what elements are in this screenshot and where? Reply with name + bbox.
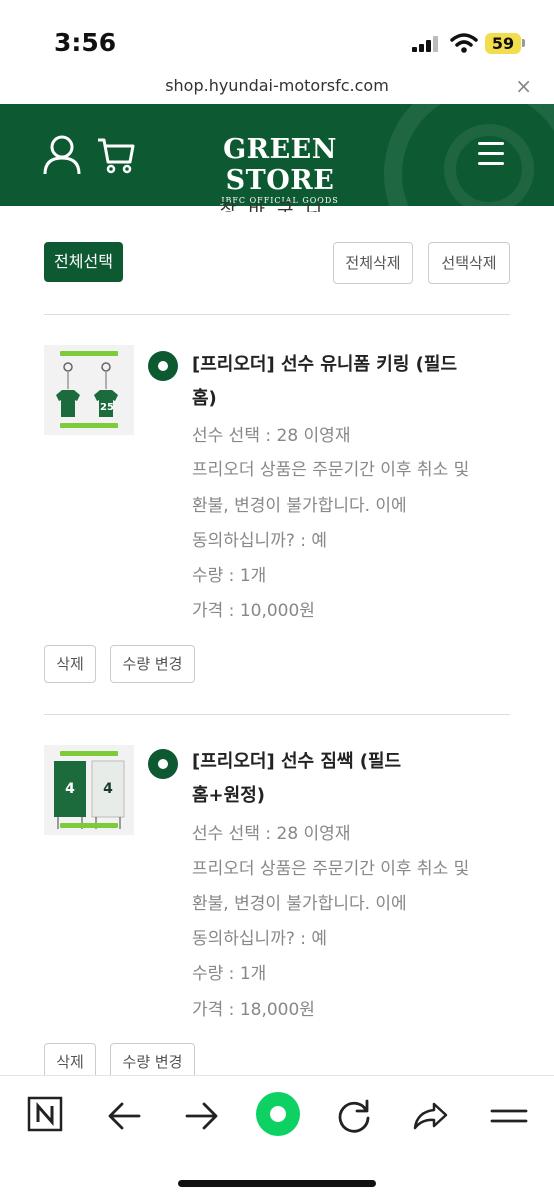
page-title: 장바구니	[219, 200, 335, 212]
item-option-notice: 프리오더 상품은 주문기간 이후 취소 및	[192, 859, 470, 879]
close-icon[interactable]: ×	[515, 74, 532, 98]
battery-tip	[522, 39, 525, 47]
select-all-button[interactable]: 전체선택	[44, 242, 123, 282]
url-bar[interactable]: shop.hyundai-motorsfc.com ×	[0, 70, 554, 104]
thumb-number-home: 4	[65, 781, 75, 797]
item-title-line: 홈)	[192, 388, 217, 409]
item-title-line: 홈+원정)	[192, 785, 265, 806]
hamburger-menu-icon[interactable]	[478, 140, 504, 168]
logo-main-text: GREEN STORE	[223, 134, 337, 196]
item-price: 가격 : 18,000원	[192, 1000, 315, 1020]
user-icon[interactable]	[42, 134, 82, 176]
item-select-radio[interactable]	[148, 749, 178, 779]
item-select-radio[interactable]	[148, 351, 178, 381]
product-thumbnail-keyring[interactable]: 25	[44, 345, 134, 435]
item-option-player: 선수 선택 : 28 이영재	[192, 824, 351, 844]
back-arrow-icon[interactable]	[105, 1096, 145, 1136]
item-quantity: 수량 : 1개	[192, 566, 267, 586]
menu-icon[interactable]	[490, 1096, 530, 1136]
item-change-quantity-button[interactable]: 수량 변경	[110, 645, 195, 683]
naver-n-icon[interactable]	[27, 1096, 63, 1132]
item-quantity: 수량 : 1개	[192, 964, 267, 984]
signal-icon	[412, 36, 440, 52]
divider	[44, 714, 510, 715]
cart-icon[interactable]	[96, 136, 136, 176]
thumb-footer-band	[60, 423, 118, 428]
item-option-notice: 동의하십니까? : 예	[192, 929, 328, 949]
item-title: [프리오더] 선수 유니폼 키링 (필드 홈)	[192, 348, 492, 416]
item-title-line: [프리오더] 선수 유니폼 키링 (필드	[192, 354, 458, 375]
divider	[44, 314, 510, 315]
item-option-player: 선수 선택 : 28 이영재	[192, 426, 351, 446]
refresh-icon[interactable]	[334, 1096, 374, 1136]
store-logo[interactable]: GREEN STORE JBFC OFFICIAL GOODS	[180, 134, 380, 205]
thumb-jersey-number: 25	[100, 402, 114, 413]
item-price: 가격 : 10,000원	[192, 601, 315, 621]
url-text[interactable]: shop.hyundai-motorsfc.com	[0, 76, 554, 95]
delete-selected-button[interactable]: 선택삭제	[428, 242, 510, 284]
delete-all-button[interactable]: 전체삭제	[333, 242, 413, 284]
home-dot-icon[interactable]	[255, 1091, 301, 1137]
item-option-notice: 환불, 변경이 불가합니다. 이에	[192, 894, 407, 914]
status-time: 3:56	[54, 28, 117, 57]
item-delete-button[interactable]: 삭제	[44, 645, 96, 683]
thumb-footer-band	[60, 823, 118, 828]
home-indicator	[178, 1180, 376, 1187]
item-title-line: [프리오더] 선수 짐쌕 (필드	[192, 751, 402, 772]
wifi-icon	[450, 32, 478, 54]
share-icon[interactable]	[410, 1096, 450, 1136]
item-option-notice: 환불, 변경이 불가합니다. 이에	[192, 496, 407, 516]
forward-arrow-icon[interactable]	[181, 1096, 221, 1136]
product-thumbnail-gymsack[interactable]: 4 4	[44, 745, 134, 835]
status-bar: 3:56 59	[0, 0, 554, 70]
item-option-notice: 동의하십니까? : 예	[192, 531, 328, 551]
battery-level: 59	[485, 33, 521, 54]
item-title: [프리오더] 선수 짐쌕 (필드 홈+원정)	[192, 745, 492, 813]
item-option-notice: 프리오더 상품은 주문기간 이후 취소 및	[192, 460, 470, 480]
thumb-number-away: 4	[103, 781, 113, 797]
store-header: GREEN STORE JBFC OFFICIAL GOODS	[0, 104, 554, 206]
